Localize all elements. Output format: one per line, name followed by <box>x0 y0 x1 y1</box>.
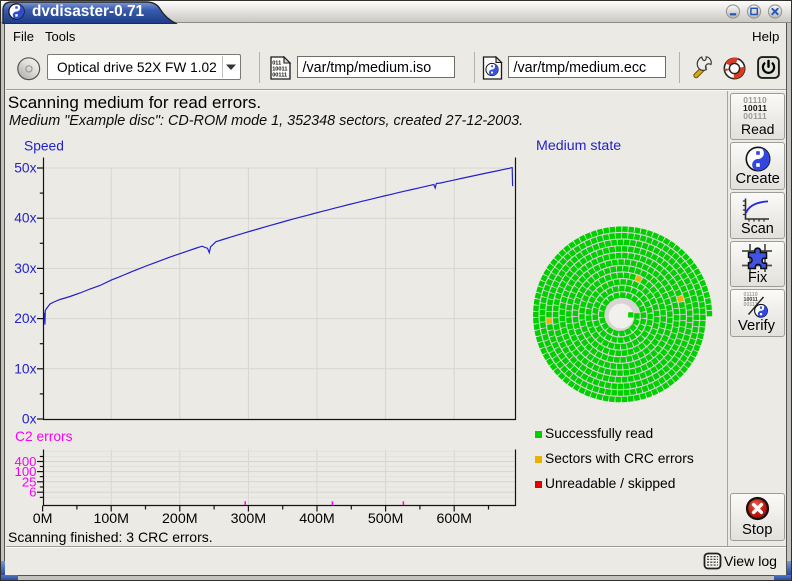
svg-text:300M: 300M <box>231 511 267 527</box>
svg-text:C2 errors: C2 errors <box>15 429 73 444</box>
svg-text:40x: 40x <box>14 211 36 226</box>
svg-text:6: 6 <box>29 485 36 500</box>
svg-text:10x: 10x <box>14 361 36 376</box>
svg-text:0x: 0x <box>22 412 37 427</box>
svg-text:400M: 400M <box>299 511 335 527</box>
svg-text:00111: 00111 <box>272 72 287 78</box>
svg-text:50x: 50x <box>14 161 36 176</box>
svg-text:Speed: Speed <box>24 139 64 154</box>
svg-text:30x: 30x <box>14 261 36 276</box>
svg-text:100M: 100M <box>93 511 129 527</box>
svg-text:500M: 500M <box>368 511 404 527</box>
svg-text:20x: 20x <box>14 311 36 326</box>
svg-text:600M: 600M <box>436 511 472 527</box>
svg-text:200M: 200M <box>162 511 198 527</box>
svg-text:0M: 0M <box>33 511 53 527</box>
